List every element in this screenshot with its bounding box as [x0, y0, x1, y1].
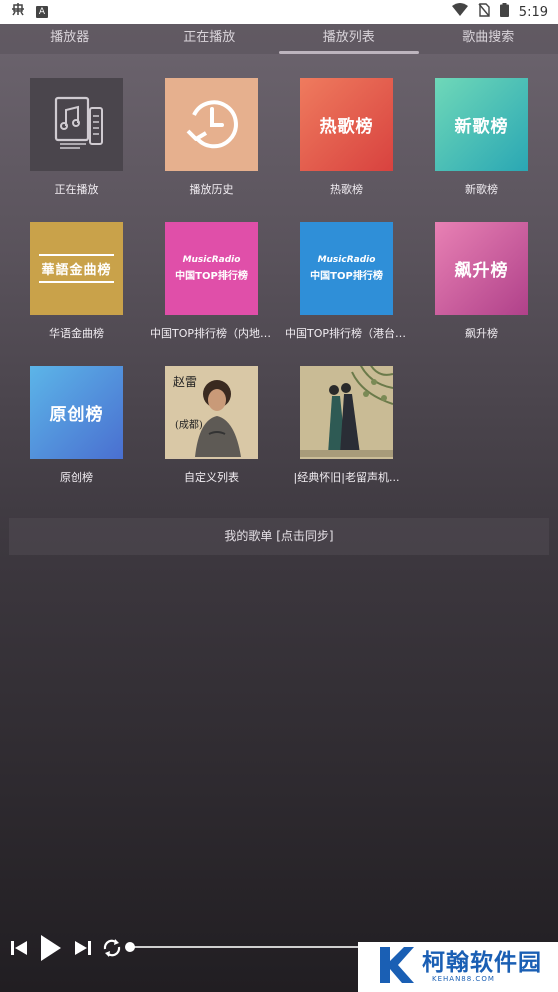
cover-original: 原创榜	[30, 366, 123, 459]
status-bar: A 5:19	[0, 0, 558, 24]
grid-item-original[interactable]: 原创榜 原创榜	[9, 366, 144, 485]
grid-item-new-songs[interactable]: 新歌榜 新歌榜	[414, 78, 549, 197]
repeat-icon[interactable]	[100, 936, 124, 960]
a-badge-icon: A	[36, 6, 48, 18]
grid-item-label: 播放历史	[189, 183, 234, 196]
cover-rising: 飙升榜	[435, 222, 528, 315]
tab-song-search[interactable]: 歌曲搜索	[419, 24, 558, 54]
clock: 5:19	[518, 4, 548, 20]
grid-item-classic-nostalgia[interactable]: |经典怀旧|老留声机...	[279, 366, 414, 485]
cover-hot-songs: 热歌榜	[300, 78, 393, 171]
tab-now-playing[interactable]: 正在播放	[140, 24, 280, 54]
grid-item-label: 华语金曲榜	[49, 327, 104, 340]
grid-item-label: 正在播放	[54, 183, 99, 196]
cover-top-hk: MusicRadio 中国TOP排行榜	[300, 222, 393, 315]
cover-top-mainland: MusicRadio 中国TOP排行榜	[165, 222, 258, 315]
grid-item-label: 飙升榜	[465, 327, 498, 340]
cover-subtitle: 中国TOP排行榜	[175, 271, 248, 282]
cover-title: MusicRadio	[317, 255, 376, 265]
grid-item-label: 新歌榜	[465, 183, 498, 196]
play-icon[interactable]	[36, 933, 66, 963]
my-playlists-sync-button[interactable]: 我的歌单 [点击同步]	[9, 518, 549, 555]
tab-bar: 播放器 正在播放 播放列表 歌曲搜索	[0, 24, 558, 54]
cover-text: 热歌榜	[319, 117, 374, 137]
album-art-painting	[300, 366, 393, 459]
grid-item-label: 热歌榜	[330, 183, 363, 196]
progress-track[interactable]	[130, 946, 370, 948]
grid-item-history[interactable]: 播放历史	[144, 78, 279, 197]
watermark-logo-icon	[376, 945, 416, 989]
now-playing-icon	[46, 92, 108, 158]
cover-now-playing	[30, 78, 123, 171]
tab-player[interactable]: 播放器	[0, 24, 140, 54]
cover-classic-nostalgia	[300, 366, 393, 459]
album-art-photo: 赵雷 (成都)	[165, 366, 258, 459]
grid-item-label: 中国TOP排行榜（港台榜）	[285, 327, 414, 340]
watermark-sub: KEHAN88.COM	[432, 975, 495, 983]
previous-icon[interactable]	[8, 937, 30, 959]
svg-text:赵雷: 赵雷	[173, 375, 197, 389]
grid-item-custom-list[interactable]: 赵雷 (成都) 自定义列表	[144, 366, 279, 485]
watermark-text: 柯翰软件园	[422, 950, 542, 976]
grid-item-now-playing[interactable]: 正在播放	[9, 78, 144, 197]
watermark: 柯翰软件园 KEHAN88.COM	[358, 942, 558, 992]
bug-icon	[10, 2, 26, 22]
cover-text: 華語金曲榜	[41, 263, 112, 278]
cover-chinese-golden: 華語金曲榜	[30, 222, 123, 315]
cover-title: MusicRadio	[182, 255, 241, 265]
cover-text: 原创榜	[49, 405, 104, 425]
progress-knob[interactable]	[125, 942, 135, 952]
next-icon[interactable]	[72, 937, 94, 959]
cover-text: 新歌榜	[454, 117, 509, 137]
grid-item-rising[interactable]: 飙升榜 飙升榜	[414, 222, 549, 341]
history-clock-icon	[182, 93, 242, 157]
cover-new-songs: 新歌榜	[435, 78, 528, 171]
grid-item-label: 原创榜	[60, 471, 93, 484]
grid-item-chinese-golden[interactable]: 華語金曲榜 华语金曲榜	[9, 222, 144, 341]
grid-item-label: 中国TOP排行榜（内地榜）	[150, 327, 279, 340]
grid-item-label: |经典怀旧|老留声机...	[293, 471, 400, 484]
status-left: A	[10, 2, 48, 22]
wifi-icon	[451, 3, 468, 21]
grid-item-top-hk[interactable]: MusicRadio 中国TOP排行榜 中国TOP排行榜（港台榜）	[279, 222, 414, 341]
cover-custom-list: 赵雷 (成都)	[165, 366, 258, 459]
grid-item-hot-songs[interactable]: 热歌榜 热歌榜	[279, 78, 414, 197]
no-sim-icon	[478, 3, 490, 21]
cover-history	[165, 78, 258, 171]
grid-item-label: 自定义列表	[184, 471, 239, 484]
battery-icon	[499, 3, 509, 21]
cover-text: 飙升榜	[454, 261, 509, 281]
status-right: 5:19	[451, 3, 548, 21]
tab-playlist[interactable]: 播放列表	[279, 24, 419, 54]
grid-item-top-mainland[interactable]: MusicRadio 中国TOP排行榜 中国TOP排行榜（内地榜）	[144, 222, 279, 341]
cover-subtitle: 中国TOP排行榜	[310, 271, 383, 282]
svg-text:(成都): (成都)	[175, 419, 203, 431]
